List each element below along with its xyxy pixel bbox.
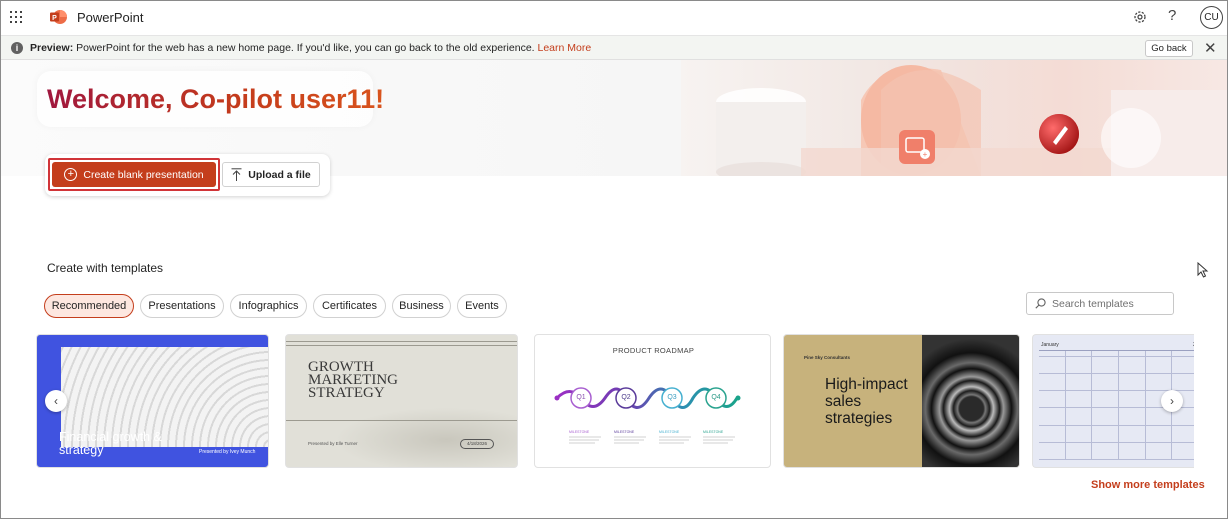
create-blank-button[interactable]: + Create blank presentation bbox=[52, 162, 216, 187]
preview-text: PowerPoint for the web has a new home pa… bbox=[73, 42, 538, 54]
powerpoint-logo-icon[interactable]: P bbox=[50, 9, 67, 25]
hero-illustration: + bbox=[681, 60, 1227, 176]
top-bar: P PowerPoint ? CU bbox=[1, 1, 1227, 35]
hero-art-graphic: + bbox=[716, 65, 1227, 176]
create-blank-label: Create blank presentation bbox=[83, 168, 204, 181]
learn-more-link[interactable]: Learn More bbox=[538, 42, 592, 54]
chevron-left-icon[interactable]: ‹ bbox=[45, 390, 67, 412]
calendar-year: 2 bbox=[1193, 342, 1194, 348]
calendar-month: January bbox=[1041, 342, 1059, 348]
template-title: GROWTH MARKETING STRATEGY bbox=[308, 359, 398, 401]
create-blank-button-highlight[interactable]: + Create blank presentation bbox=[48, 158, 220, 191]
avatar[interactable]: CU bbox=[1200, 6, 1223, 29]
template-subtitle: Presented by Ivey Munch bbox=[199, 449, 256, 455]
divider bbox=[286, 345, 517, 346]
preview-label: Preview: bbox=[30, 42, 74, 54]
app-name[interactable]: PowerPoint bbox=[77, 10, 143, 25]
search-input[interactable] bbox=[1052, 297, 1162, 310]
templates-heading: Create with templates bbox=[47, 261, 164, 275]
upload-file-label: Upload a file bbox=[248, 168, 311, 181]
close-icon[interactable]: ✕ bbox=[1204, 39, 1217, 57]
filter-events[interactable]: Events bbox=[457, 294, 507, 318]
app-launcher-icon[interactable] bbox=[10, 11, 22, 23]
template-card-roadmap[interactable]: PRODUCT ROADMAP Q1 Q2 Q3 Q4 MILESTONE MI… bbox=[534, 334, 771, 468]
upload-icon bbox=[231, 168, 242, 181]
template-title: Financial growth & strategy bbox=[59, 430, 162, 457]
template-subtitle: Pine Sky Consultants bbox=[804, 355, 851, 360]
filter-infographics[interactable]: Infographics bbox=[230, 294, 307, 318]
divider bbox=[286, 341, 517, 342]
search-templates[interactable] bbox=[1026, 292, 1174, 315]
preview-message: Preview: PowerPoint for the web has a ne… bbox=[30, 42, 591, 54]
template-date: 4/18/2026 bbox=[460, 439, 494, 449]
filter-certificates[interactable]: Certificates bbox=[313, 294, 386, 318]
plus-circle-icon: + bbox=[64, 168, 78, 181]
milestone-text-lines bbox=[569, 436, 735, 444]
filter-business[interactable]: Business bbox=[392, 294, 451, 318]
template-title: High-impact sales strategies bbox=[825, 376, 908, 427]
template-thumbnail-art bbox=[326, 405, 517, 467]
filter-recommended[interactable]: Recommended bbox=[44, 294, 134, 318]
svg-text:+: + bbox=[923, 150, 928, 159]
mouse-cursor-icon bbox=[1197, 262, 1209, 278]
template-card-financial[interactable]: Financial growth & strategy Presented by… bbox=[36, 334, 269, 468]
upload-file-button[interactable]: Upload a file bbox=[222, 162, 320, 187]
filter-presentations[interactable]: Presentations bbox=[140, 294, 224, 318]
template-photo bbox=[922, 335, 1019, 467]
chevron-right-icon[interactable]: › bbox=[1161, 390, 1183, 412]
search-icon bbox=[1035, 298, 1046, 309]
preview-banner: i Preview: PowerPoint for the web has a … bbox=[1, 35, 1227, 60]
settings-gear-icon[interactable] bbox=[1132, 9, 1148, 25]
svg-text:P: P bbox=[52, 15, 57, 22]
show-more-templates-link[interactable]: Show more templates bbox=[1091, 479, 1205, 491]
divider bbox=[286, 420, 517, 421]
welcome-heading: Welcome, Co-pilot user11! bbox=[47, 84, 385, 114]
template-subtitle: Presented by Elle Turner bbox=[308, 441, 358, 446]
template-card-sales[interactable]: Pine Sky Consultants High-impact sales s… bbox=[783, 334, 1020, 468]
go-back-button[interactable]: Go back bbox=[1145, 40, 1193, 57]
template-card-marketing[interactable]: GROWTH MARKETING STRATEGY Presented by E… bbox=[285, 334, 518, 468]
info-icon: i bbox=[11, 42, 23, 54]
help-icon[interactable]: ? bbox=[1168, 7, 1176, 24]
